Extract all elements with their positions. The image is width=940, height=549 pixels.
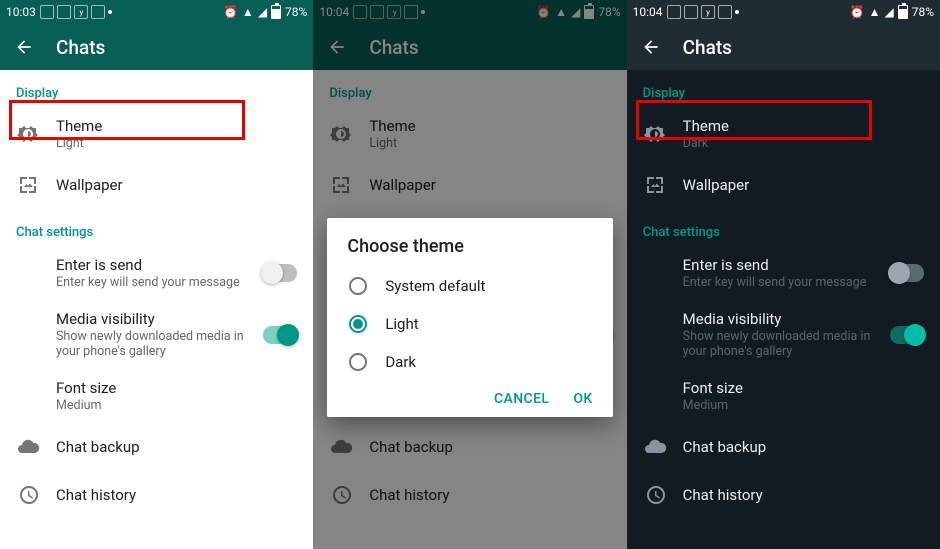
row-enter-title: Enter is send xyxy=(683,256,874,274)
row-theme[interactable]: Theme Light xyxy=(0,107,313,161)
row-font-size[interactable]: Font size Medium xyxy=(627,369,940,423)
wallpaper-icon xyxy=(643,173,667,197)
row-enter-subtitle: Enter key will send your message xyxy=(56,275,247,290)
row-history-title: Chat history xyxy=(683,486,924,504)
battery-pct: 78% xyxy=(912,5,934,19)
battery-icon xyxy=(271,5,281,19)
row-chat-history[interactable]: Chat history xyxy=(0,471,313,519)
cancel-button[interactable]: CANCEL xyxy=(494,391,549,407)
history-icon xyxy=(643,483,667,507)
section-chat-settings: Chat settings xyxy=(0,209,313,246)
row-chat-backup[interactable]: Chat backup xyxy=(0,423,313,471)
section-display: Display xyxy=(0,70,313,107)
screen-dark: 10:04 y ⏰ ▲ ◢ 78% Chats Display Theme Da… xyxy=(627,0,940,549)
row-wallpaper[interactable]: Wallpaper xyxy=(0,161,313,209)
signal-icon: ◢ xyxy=(258,5,267,19)
dialog-choose-theme: Choose theme System default Light Dark C… xyxy=(327,218,612,417)
screen-light: 10:03 y ⏰ ▲ ◢ 78% Chats Display Theme Li… xyxy=(0,0,313,549)
row-enter-is-send[interactable]: Enter is send Enter key will send your m… xyxy=(627,246,940,300)
brightness-icon xyxy=(16,122,40,146)
row-theme[interactable]: Theme Dark xyxy=(627,107,940,161)
wifi-icon: ▲ xyxy=(242,5,254,19)
appbar-title: Chats xyxy=(683,36,732,59)
dialog-title: Choose theme xyxy=(327,236,612,267)
screen-dialog: 10:04 y ⏰ ▲ ◢ 78% Chats Display Theme Li… xyxy=(313,0,626,549)
row-media-title: Media visibility xyxy=(56,310,247,328)
row-theme-title: Theme xyxy=(56,117,297,135)
radio-icon xyxy=(349,315,367,333)
option-label: Dark xyxy=(385,353,416,371)
option-light[interactable]: Light xyxy=(327,305,612,343)
row-chat-history[interactable]: Chat history xyxy=(627,471,940,519)
row-wallpaper[interactable]: Wallpaper xyxy=(627,161,940,209)
row-history-title: Chat history xyxy=(56,486,297,504)
row-media-visibility[interactable]: Media visibility Show newly downloaded m… xyxy=(0,300,313,369)
toggle-enter-is-send[interactable] xyxy=(890,264,924,282)
status-bar: 10:04 y ⏰ ▲ ◢ 78% xyxy=(627,0,940,24)
row-wallpaper-title: Wallpaper xyxy=(683,176,924,194)
app-bar: Chats xyxy=(0,24,313,70)
brightness-icon xyxy=(643,122,667,146)
row-theme-title: Theme xyxy=(683,117,924,135)
status-right-icons: ⏰ ▲ ◢ 78% xyxy=(850,5,934,19)
status-right-icons: ⏰ ▲ ◢ 78% xyxy=(223,5,307,19)
toggle-enter-is-send[interactable] xyxy=(263,264,297,282)
wifi-icon: ▲ xyxy=(869,5,881,19)
section-chat-settings: Chat settings xyxy=(627,209,940,246)
row-media-title: Media visibility xyxy=(683,310,874,328)
status-time: 10:03 xyxy=(6,5,36,19)
row-media-subtitle: Show newly downloaded media in your phon… xyxy=(56,329,247,359)
row-enter-is-send[interactable]: Enter is send Enter key will send your m… xyxy=(0,246,313,300)
status-bar: 10:03 y ⏰ ▲ ◢ 78% xyxy=(0,0,313,24)
row-font-value: Medium xyxy=(683,398,924,413)
option-dark[interactable]: Dark xyxy=(327,343,612,381)
section-display: Display xyxy=(627,70,940,107)
radio-icon xyxy=(349,277,367,295)
option-label: Light xyxy=(385,315,418,333)
row-font-title: Font size xyxy=(683,379,924,397)
cloud-icon xyxy=(16,435,40,459)
row-media-visibility[interactable]: Media visibility Show newly downloaded m… xyxy=(627,300,940,369)
row-enter-title: Enter is send xyxy=(56,256,247,274)
toggle-media-visibility[interactable] xyxy=(890,326,924,344)
row-backup-title: Chat backup xyxy=(683,438,924,456)
ok-button[interactable]: OK xyxy=(573,391,592,407)
appbar-title: Chats xyxy=(56,36,105,59)
row-font-value: Medium xyxy=(56,398,297,413)
row-font-size[interactable]: Font size Medium xyxy=(0,369,313,423)
radio-icon xyxy=(349,353,367,371)
alarm-icon: ⏰ xyxy=(223,5,238,19)
back-icon[interactable] xyxy=(641,37,661,57)
row-theme-value: Light xyxy=(56,136,297,151)
battery-pct: 78% xyxy=(285,5,307,19)
settings-content: Display Theme Light Wallpaper Chat setti… xyxy=(0,70,313,549)
status-time: 10:04 xyxy=(633,5,663,19)
alarm-icon: ⏰ xyxy=(850,5,865,19)
status-notif-icons: y xyxy=(40,5,112,19)
option-label: System default xyxy=(385,277,485,295)
history-icon xyxy=(16,483,40,507)
settings-content: Display Theme Dark Wallpaper Chat settin… xyxy=(627,70,940,549)
status-notif-icons: y xyxy=(667,5,739,19)
back-icon[interactable] xyxy=(14,37,34,57)
cloud-icon xyxy=(643,435,667,459)
row-chat-backup[interactable]: Chat backup xyxy=(627,423,940,471)
row-wallpaper-title: Wallpaper xyxy=(56,176,297,194)
row-theme-value: Dark xyxy=(683,136,924,151)
app-bar: Chats xyxy=(627,24,940,70)
toggle-media-visibility[interactable] xyxy=(263,326,297,344)
row-media-subtitle: Show newly downloaded media in your phon… xyxy=(683,329,874,359)
wallpaper-icon xyxy=(16,173,40,197)
row-enter-subtitle: Enter key will send your message xyxy=(683,275,874,290)
signal-icon: ◢ xyxy=(884,5,893,19)
row-backup-title: Chat backup xyxy=(56,438,297,456)
option-system-default[interactable]: System default xyxy=(327,267,612,305)
battery-icon xyxy=(898,5,908,19)
row-font-title: Font size xyxy=(56,379,297,397)
